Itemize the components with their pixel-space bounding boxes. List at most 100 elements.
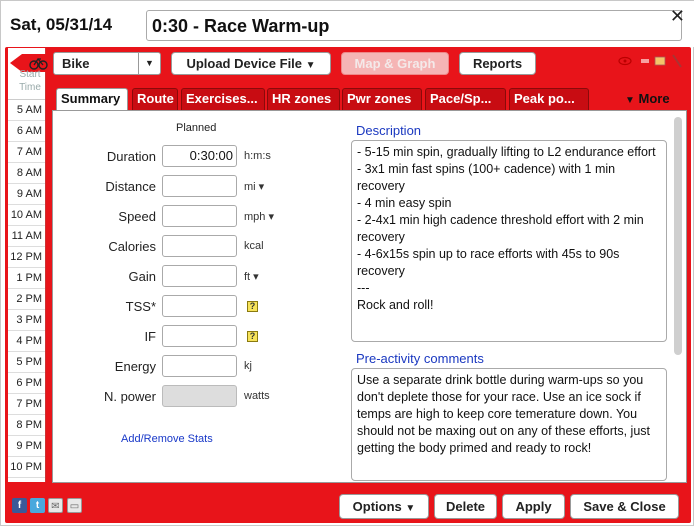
- stat-label-n-power: N. power: [103, 389, 156, 404]
- description-line: - 3x1 min fast spins (100+ cadence) with…: [357, 162, 616, 193]
- caret-down-icon: ▼: [405, 503, 416, 514]
- stat-unit-energy: kj: [244, 360, 252, 372]
- stat-input-n-power: [162, 385, 237, 407]
- planned-column-label: Planned: [176, 122, 217, 134]
- add-remove-stats-link[interactable]: Add/Remove Stats: [121, 433, 213, 445]
- print-icon[interactable]: [654, 56, 666, 66]
- stat-unit-gain[interactable]: ft ▾: [244, 270, 259, 283]
- sport-select[interactable]: Bike ▼: [53, 52, 161, 75]
- stat-unit-text: kj: [244, 360, 252, 372]
- close-icon[interactable]: ✕: [670, 6, 685, 27]
- time-slot[interactable]: 7 PM: [8, 394, 45, 415]
- more-tabs-button[interactable]: ▼ More: [625, 91, 670, 106]
- chevron-down-icon: ▼: [138, 53, 160, 74]
- stat-unit-duration: h:m:s: [244, 150, 271, 162]
- description-line: - 5-15 min spin, gradually lifting to L2…: [357, 145, 656, 159]
- stat-input-duration[interactable]: 0:30:00: [162, 145, 237, 167]
- workout-title-field[interactable]: 0:30 - Race Warm-up: [146, 10, 682, 41]
- stat-label-speed: Speed: [118, 209, 156, 224]
- stat-label-distance: Distance: [105, 179, 156, 194]
- facebook-icon[interactable]: f: [12, 498, 27, 513]
- time-slot[interactable]: 2 PM: [8, 289, 45, 310]
- upload-device-file-button[interactable]: Upload Device File ▼: [171, 52, 331, 75]
- time-slot[interactable]: 4 PM: [8, 331, 45, 352]
- stat-label-duration: Duration: [106, 149, 156, 164]
- time-slot[interactable]: 10 AM: [8, 205, 45, 226]
- start-time-column: Start Time 5 AM 6 AM 7 AM 8 AM 9 AM 10 AM 11 A…: [8, 48, 48, 482]
- description-title: Description: [356, 123, 422, 138]
- time-slot[interactable]: 6 PM: [8, 373, 45, 394]
- time-slot[interactable]: 9 AM: [8, 184, 45, 205]
- stat-input-if[interactable]: [162, 325, 237, 347]
- stat-unit-calories: kcal: [244, 240, 264, 252]
- workout-dialog: Sat, 05/31/14 0:30 - Race Warm-up ✕ Star…: [0, 0, 694, 526]
- stat-label-energy: Energy: [114, 359, 156, 374]
- stat-input-tss[interactable]: [162, 295, 237, 317]
- apply-button[interactable]: Apply: [502, 494, 565, 519]
- minus-icon[interactable]: [641, 59, 649, 63]
- description-line: - 2-4x1 min high cadence threshold effor…: [357, 213, 644, 244]
- stat-input-distance[interactable]: [162, 175, 237, 197]
- time-slot[interactable]: 12 PM: [8, 247, 45, 268]
- stat-label-calories: Calories: [108, 239, 156, 254]
- options-button[interactable]: Options ▼: [339, 494, 429, 519]
- description-line: - 4-6x15s spin up to race efforts with 4…: [357, 247, 620, 278]
- scrollbar-thumb[interactable]: [674, 117, 682, 355]
- time-slot[interactable]: 7 AM: [8, 142, 45, 163]
- description-line: - 4 min easy spin: [357, 196, 452, 210]
- tab-pwr-zones[interactable]: Pwr zones: [342, 88, 422, 110]
- caret-down-icon: ▾: [255, 181, 265, 193]
- stat-unit-text: h:m:s: [244, 150, 271, 162]
- title-bar: Sat, 05/31/14 0:30 - Race Warm-up ✕: [1, 1, 694, 47]
- stat-input-speed[interactable]: [162, 205, 237, 227]
- tab-route[interactable]: Route: [132, 88, 178, 110]
- time-slot[interactable]: 6 AM: [8, 121, 45, 142]
- stat-unit-text: mph: [244, 211, 266, 223]
- stat-input-energy[interactable]: [162, 355, 237, 377]
- stat-input-calories[interactable]: [162, 235, 237, 257]
- time-slot[interactable]: 1 PM: [8, 268, 45, 289]
- panel-scrollbar[interactable]: [672, 113, 684, 481]
- toolbar-icons: [618, 54, 682, 68]
- share-icon[interactable]: ▭: [67, 498, 82, 513]
- tab-hr-zones[interactable]: HR zones: [267, 88, 340, 110]
- options-label: Options: [352, 499, 402, 514]
- stat-unit-speed[interactable]: mph ▾: [244, 210, 274, 223]
- time-slot[interactable]: 5 AM: [8, 100, 45, 121]
- email-icon[interactable]: ✉: [48, 498, 63, 513]
- help-icon[interactable]: ?: [247, 301, 258, 312]
- time-slot[interactable]: 3 PM: [8, 310, 45, 331]
- stat-unit-n-power: watts: [244, 390, 270, 402]
- caret-down-icon: ▾: [265, 211, 274, 223]
- stat-unit-distance[interactable]: mi ▾: [244, 180, 264, 193]
- stat-label-if: IF: [144, 329, 156, 344]
- start-time-header: Start Time: [8, 48, 48, 100]
- save-close-button[interactable]: Save & Close: [570, 494, 679, 519]
- time-slot[interactable]: 10 PM: [8, 457, 45, 478]
- tab-pace-sp[interactable]: Pace/Sp...: [425, 88, 506, 110]
- description-line: Rock and roll!: [357, 298, 434, 312]
- attach-icon[interactable]: [672, 54, 682, 68]
- pre-activity-comments-textarea[interactable]: Use a separate drink bottle during warm-…: [351, 368, 667, 481]
- more-label: More: [638, 91, 670, 106]
- tab-exercises[interactable]: Exercises...: [181, 88, 265, 110]
- tab-summary[interactable]: Summary: [56, 88, 128, 111]
- upload-device-file-label: Upload Device File: [186, 56, 303, 71]
- time-slot[interactable]: 8 AM: [8, 163, 45, 184]
- tab-peak-po[interactable]: Peak po...: [509, 88, 589, 110]
- twitter-icon[interactable]: t: [30, 498, 45, 513]
- reports-button[interactable]: Reports: [459, 52, 536, 75]
- time-slot[interactable]: 8 PM: [8, 415, 45, 436]
- help-icon[interactable]: ?: [247, 331, 258, 342]
- time-slot[interactable]: 9 PM: [8, 436, 45, 457]
- time-slot[interactable]: 11 AM: [8, 226, 45, 247]
- stat-label-gain: Gain: [128, 269, 156, 284]
- pre-activity-comments-title: Pre-activity comments: [356, 351, 484, 366]
- workout-title: 0:30 - Race Warm-up: [152, 16, 330, 36]
- stat-input-gain[interactable]: [162, 265, 237, 287]
- description-textarea[interactable]: - 5-15 min spin, gradually lifting to L2…: [351, 140, 667, 342]
- caret-down-icon: ▼: [305, 60, 316, 71]
- time-slot[interactable]: 5 PM: [8, 352, 45, 373]
- caret-down-icon: ▾: [250, 271, 259, 283]
- delete-button[interactable]: Delete: [434, 494, 497, 519]
